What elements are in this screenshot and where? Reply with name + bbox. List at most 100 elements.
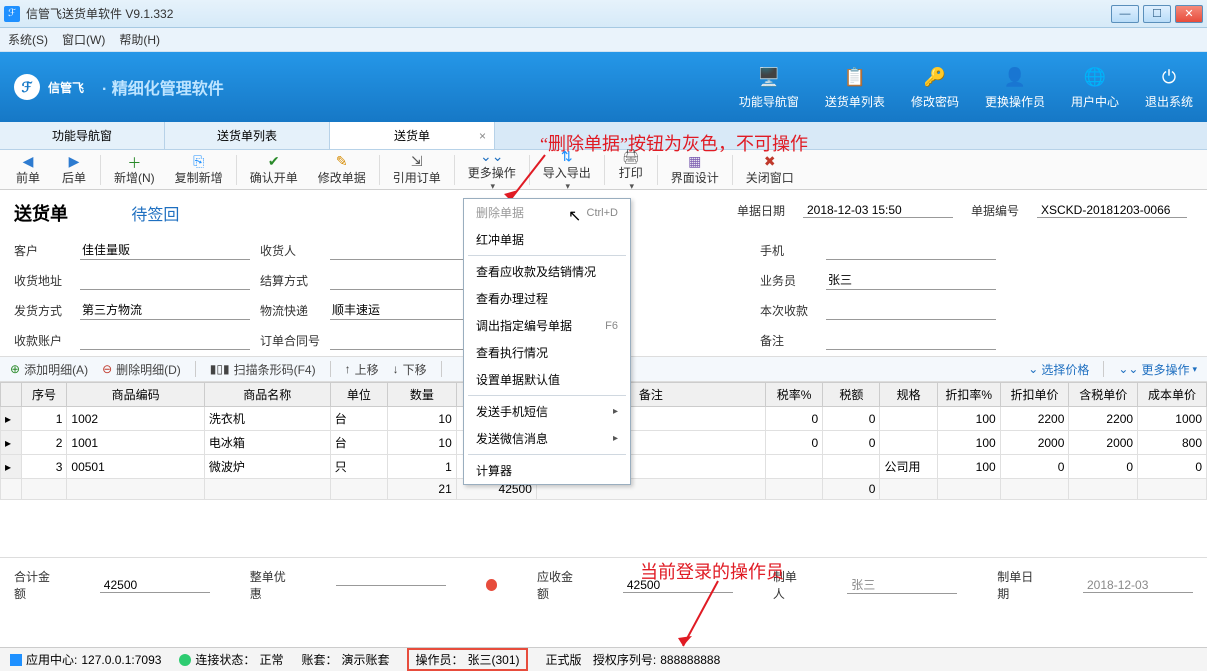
maximize-button[interactable]: ☐ <box>1143 5 1171 23</box>
col-taxprice[interactable]: 含税单价 <box>1069 383 1138 407</box>
more-actions-button[interactable]: ⌄⌄更多操作▾ <box>459 145 525 195</box>
total-value: 42500 <box>100 578 210 593</box>
doc-date-label: 单据日期 <box>737 202 785 219</box>
tab-delivery-note[interactable]: 送货单× <box>330 122 495 149</box>
banner-list-button[interactable]: 📋送货单列表 <box>825 65 885 110</box>
more-actions-menu: 删除单据Ctrl+D 红冲单据 查看应收款及结销情况 查看办理过程 调出指定编号… <box>463 198 631 485</box>
monitor-icon: 🖥️ <box>756 65 782 91</box>
totals-bar: 合计金额 42500 整单优惠 应收金额 42500 制单人 张三 制单日期 2… <box>0 557 1207 612</box>
thispay-input[interactable] <box>826 300 996 320</box>
menu-view-exec[interactable]: 查看执行情况 <box>464 339 630 366</box>
select-price-button[interactable]: ⌄选择价格 <box>1028 361 1089 378</box>
globe-icon: 🌐 <box>1082 65 1108 91</box>
import-export-button[interactable]: ⇅导入导出▾ <box>534 145 600 195</box>
doc-no-label: 单据编号 <box>971 202 1019 219</box>
col-spec[interactable]: 规格 <box>880 383 937 407</box>
list-icon: 📋 <box>842 65 868 91</box>
discount-input[interactable] <box>336 585 446 586</box>
scan-barcode-button[interactable]: ▮▯▮扫描条形码(F4) <box>210 361 316 378</box>
barcode-icon: ▮▯▮ <box>210 362 230 376</box>
col-cost[interactable]: 成本单价 <box>1138 383 1207 407</box>
receivable-value: 42500 <box>623 578 733 593</box>
edit-doc-button[interactable]: ✎修改单据 <box>309 150 375 189</box>
col-unit[interactable]: 单位 <box>330 383 387 407</box>
arrow-down-icon: ↓ <box>393 362 399 376</box>
add-detail-button[interactable]: ⊕添加明细(A) <box>10 361 88 378</box>
customer-input[interactable] <box>80 240 250 260</box>
col-discrate[interactable]: 折扣率% <box>937 383 1000 407</box>
square-icon <box>10 654 22 666</box>
printer-icon: 🖨 <box>622 148 640 164</box>
total-label: 合计金额 <box>14 568 60 602</box>
col-name[interactable]: 商品名称 <box>204 383 330 407</box>
add-button[interactable]: ＋新增(N) <box>105 150 164 189</box>
col-qty[interactable]: 数量 <box>388 383 457 407</box>
thispay-label: 本次收款 <box>760 302 816 319</box>
window-titlebar: ℱ 信管飞送货单软件 V9.1.332 — ☐ ✕ <box>0 0 1207 28</box>
tab-close-icon[interactable]: × <box>479 129 486 143</box>
menu-view-ar[interactable]: 查看应收款及结销情况 <box>464 258 630 285</box>
recv-addr-input[interactable] <box>80 270 250 290</box>
banner-exit-button[interactable]: ⏻退出系统 <box>1145 65 1193 110</box>
banner-switch-user-button[interactable]: 👤更换操作员 <box>985 65 1045 110</box>
menu-calculator[interactable]: 计算器 <box>464 457 630 484</box>
banner-password-button[interactable]: 🔑修改密码 <box>911 65 959 110</box>
next-doc-button[interactable]: ▶后单 <box>52 150 96 189</box>
arrow-left-icon: ◀ <box>23 153 34 169</box>
menu-set-defaults[interactable]: 设置单据默认值 <box>464 366 630 393</box>
confirm-button[interactable]: ✔确认开单 <box>241 150 307 189</box>
doc-date-value[interactable]: 2018-12-03 15:50 <box>803 203 953 218</box>
menu-call-doc[interactable]: 调出指定编号单据F6 <box>464 312 630 339</box>
ref-order-button[interactable]: ⇲引用订单 <box>384 150 450 189</box>
operator-status: 操作员：张三(301) <box>407 648 527 671</box>
banner-user-center-button[interactable]: 🌐用户中心 <box>1071 65 1119 110</box>
book-status: 账套：演示账套 <box>301 651 389 668</box>
phone-input[interactable] <box>826 240 996 260</box>
key-icon: 🔑 <box>922 65 948 91</box>
window-close-button[interactable]: ✕ <box>1175 5 1203 23</box>
banner-nav-button[interactable]: 🖥️功能导航窗 <box>739 65 799 110</box>
check-circle-icon <box>179 654 191 666</box>
col-discprice[interactable]: 折扣单价 <box>1000 383 1069 407</box>
pencil-icon: ✎ <box>336 153 348 169</box>
link-icon: ⇲ <box>411 153 423 169</box>
move-up-button[interactable]: ↑上移 <box>345 361 379 378</box>
remark-input[interactable] <box>826 330 996 350</box>
col-code[interactable]: 商品编码 <box>67 383 204 407</box>
maker-label: 制单人 <box>773 568 807 602</box>
acct-input[interactable] <box>80 330 250 350</box>
menu-view-process[interactable]: 查看办理过程 <box>464 285 630 312</box>
ui-design-button[interactable]: ▦界面设计 <box>662 150 728 189</box>
power-icon: ⏻ <box>1156 65 1182 91</box>
close-window-button[interactable]: ✖关闭窗口 <box>737 150 803 189</box>
sales-label: 业务员 <box>760 272 816 289</box>
app-icon: ℱ <box>4 6 20 22</box>
del-detail-button[interactable]: ⊖删除明细(D) <box>102 361 181 378</box>
tab-nav[interactable]: 功能导航窗 <box>0 122 165 149</box>
menu-system[interactable]: 系统(S) <box>8 31 48 48</box>
prev-doc-button[interactable]: ◀前单 <box>6 150 50 189</box>
detail-more-button[interactable]: ⌄⌄更多操作▾ <box>1118 361 1197 378</box>
menu-window[interactable]: 窗口(W) <box>62 31 105 48</box>
doc-no-value: XSCKD-20181203-0066 <box>1037 203 1187 218</box>
recv-person-label: 收货人 <box>260 242 320 259</box>
menu-red-reverse[interactable]: 红冲单据 <box>464 226 630 253</box>
print-button[interactable]: 🖨打印▾ <box>609 145 653 195</box>
customer-label: 客户 <box>14 242 70 259</box>
menu-help[interactable]: 帮助(H) <box>119 31 160 48</box>
menu-send-sms[interactable]: 发送手机短信▸ <box>464 398 630 425</box>
tab-delivery-list[interactable]: 送货单列表 <box>165 122 330 149</box>
copy-add-button[interactable]: ⎘复制新增 <box>166 150 232 189</box>
ship-input[interactable] <box>80 300 250 320</box>
col-taxrate[interactable]: 税率% <box>765 383 822 407</box>
app-center-status[interactable]: 应用中心:127.0.0.1:7093 <box>10 651 161 668</box>
col-tax[interactable]: 税额 <box>823 383 880 407</box>
receivable-label: 应收金额 <box>537 568 583 602</box>
copy-icon: ⎘ <box>193 153 204 169</box>
col-index[interactable]: 序号 <box>21 383 67 407</box>
menu-send-wechat[interactable]: 发送微信消息▸ <box>464 425 630 452</box>
sales-input[interactable] <box>826 270 996 290</box>
ship-label: 发货方式 <box>14 302 70 319</box>
minimize-button[interactable]: — <box>1111 5 1139 23</box>
move-down-button[interactable]: ↓下移 <box>393 361 427 378</box>
